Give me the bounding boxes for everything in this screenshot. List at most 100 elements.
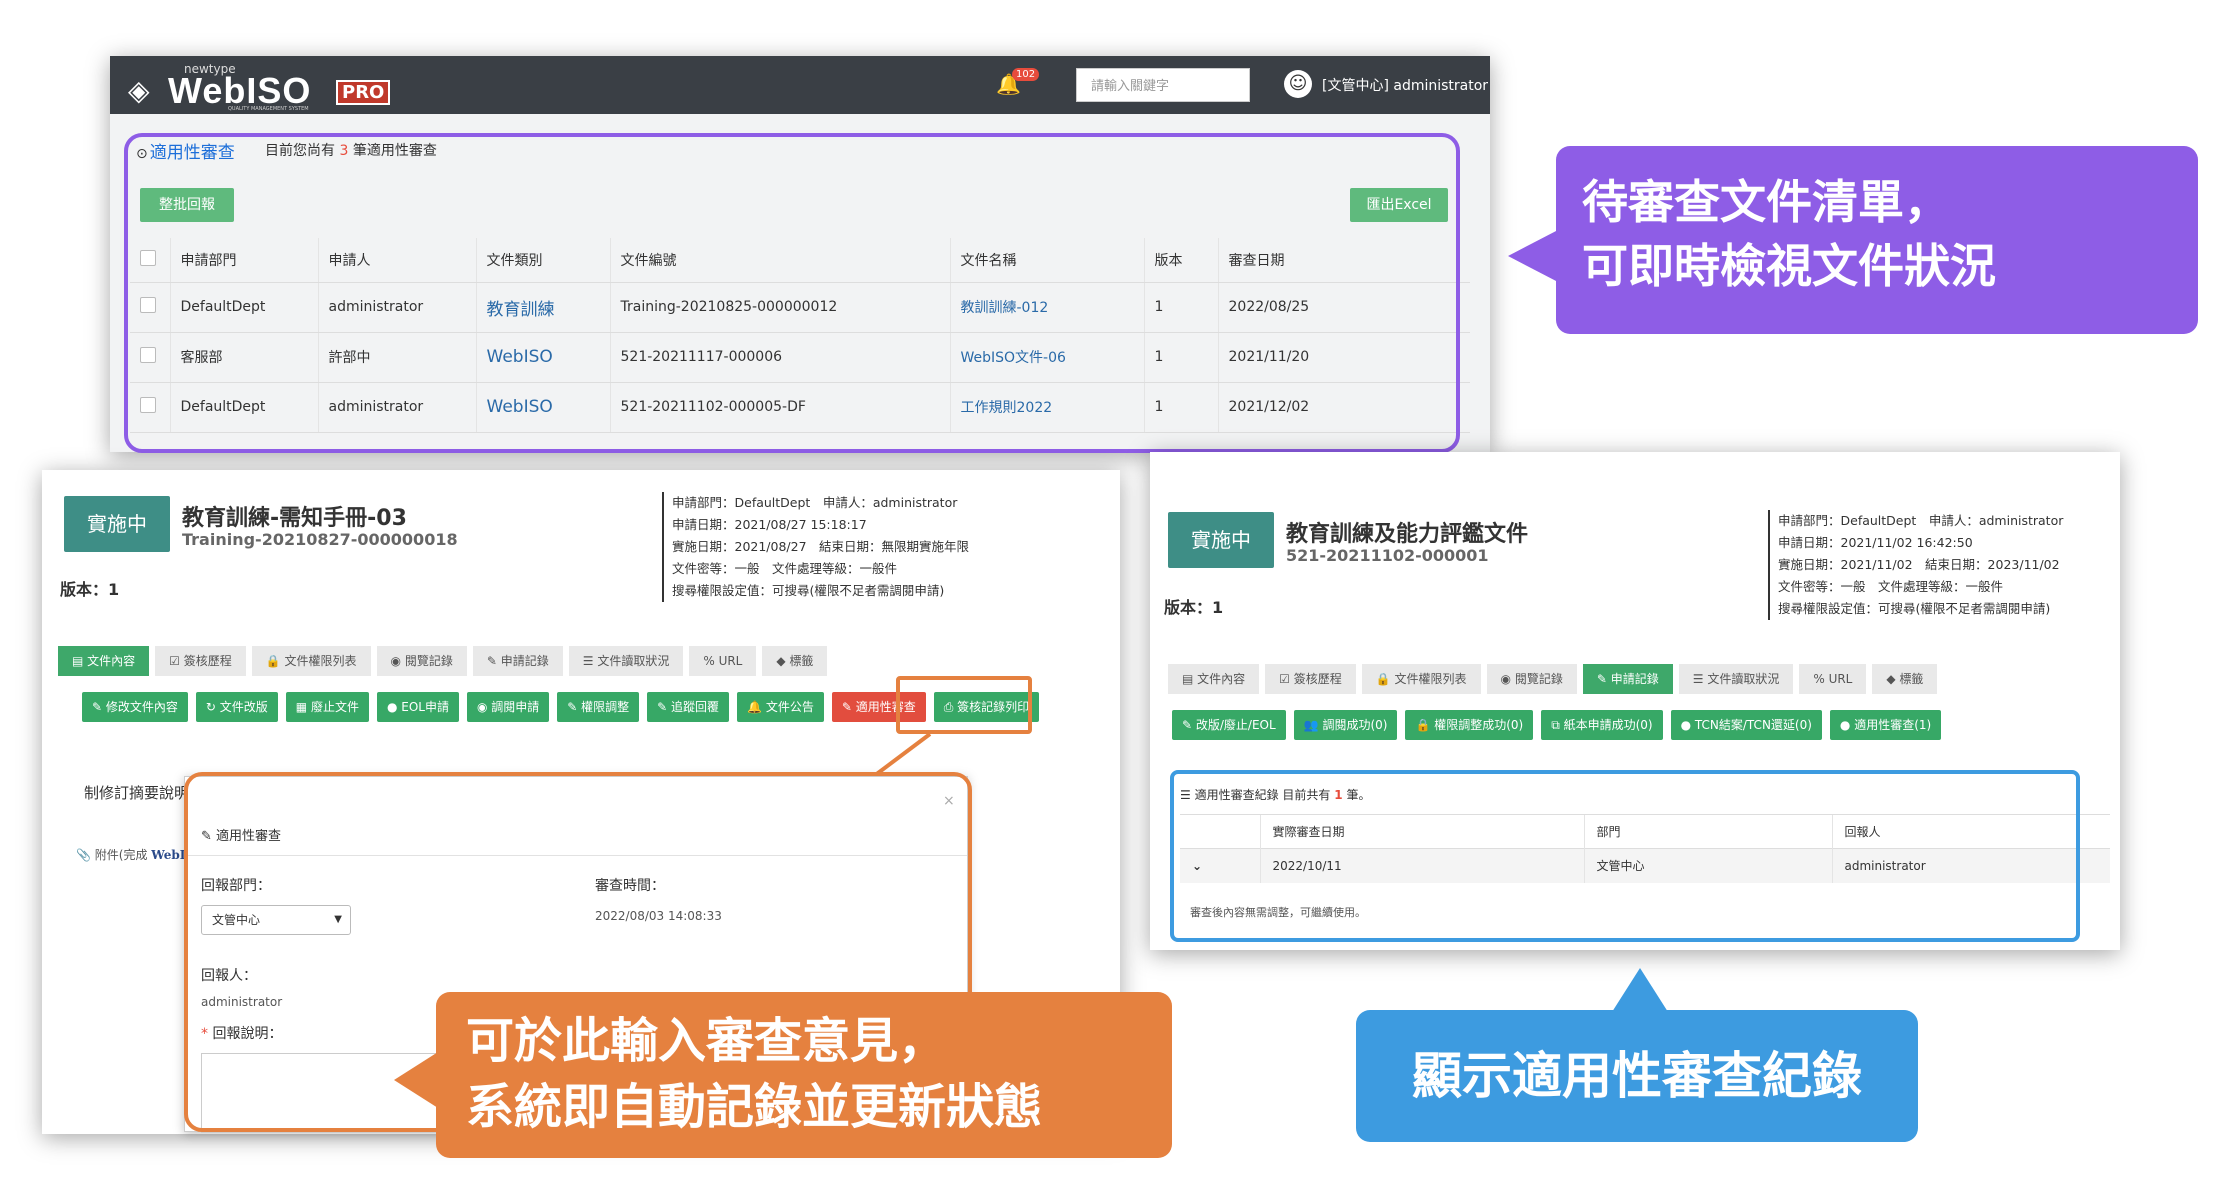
status-badge: 實施中	[64, 496, 170, 552]
tab-url[interactable]: % URL	[689, 646, 757, 676]
filter-suitability-button[interactable]: ● 適用性審查(1)	[1829, 710, 1942, 740]
button-label: 紙本申請成功(0)	[1563, 718, 1653, 732]
tab-label: 文件權限列表	[1394, 672, 1467, 686]
logo-mark-icon: ◈	[128, 74, 150, 107]
revise-button[interactable]: ↻ 文件改版	[195, 692, 278, 722]
doc-tabs: ▤ 文件內容 ☑ 簽核歷程 🔒 文件權限列表 ◉ 閱覽記錄 ✎ 申請記錄 ☰ 文…	[1168, 664, 1938, 694]
meta-line: 實施日期：2021/11/02 結束日期：2023/11/02	[1778, 557, 2060, 572]
webiso-logo: ◈ newtype WebISO PRO QUALITY MANAGEMENT …	[128, 62, 391, 112]
tab-label: 申請記錄	[1610, 672, 1659, 686]
review-button-highlight	[896, 676, 1032, 734]
button-label: 追蹤回覆	[671, 700, 720, 714]
record-highlight-frame	[1170, 770, 2080, 942]
tab-label: 閱覽記錄	[404, 654, 453, 668]
tab-label: 閱覽記錄	[1514, 672, 1563, 686]
doc-meta: 申請部門：DefaultDept 申請人：administrator 申請日期：…	[1768, 510, 2063, 620]
tab-sign-history[interactable]: ☑ 簽核歷程	[155, 646, 246, 676]
meta-line: 文件密等：一般 文件處理等級：一般件	[1778, 579, 2004, 594]
button-label: 改版/廢止/EOL	[1195, 718, 1276, 732]
tab-label: 簽核歷程	[1293, 672, 1342, 686]
tab-read-status[interactable]: ☰ 文件讀取狀況	[1678, 664, 1794, 694]
tab-view-log[interactable]: ◉ 閱覽記錄	[376, 646, 467, 676]
button-label: 適用性審查(1)	[1854, 718, 1932, 732]
meta-line: 文件密等：一般 文件處理等級：一般件	[672, 561, 898, 576]
doc-version: 版本：1	[60, 580, 120, 599]
tab-read-status[interactable]: ☰ 文件讀取狀況	[568, 646, 684, 676]
list-highlight-frame	[124, 133, 1460, 453]
filter-borrow-button[interactable]: 👥 調閱成功(0)	[1293, 710, 1398, 740]
tab-tags[interactable]: ◆ 標籤	[762, 646, 828, 676]
button-label: EOL申請	[401, 700, 449, 714]
track-reply-button[interactable]: ✎ 追蹤回覆	[647, 692, 730, 722]
attachment-link[interactable]: WebI	[151, 848, 185, 862]
user-avatar-icon[interactable]: ☺	[1284, 70, 1312, 98]
tab-label: 文件讀取狀況	[597, 654, 670, 668]
tab-sign-history[interactable]: ☑ 簽核歷程	[1265, 664, 1356, 694]
revision-summary-label: 制修訂摘要說明	[84, 784, 190, 802]
tab-apply-log[interactable]: ✎ 申請記錄	[472, 646, 563, 676]
logo-subtitle: QUALITY MANAGEMENT SYSTEM	[228, 106, 309, 112]
tab-label: 文件讀取狀況	[1707, 672, 1780, 686]
tab-tags[interactable]: ◆ 標籤	[1872, 664, 1938, 694]
button-label: 文件改版	[219, 700, 268, 714]
top-navbar: ◈ newtype WebISO PRO QUALITY MANAGEMENT …	[110, 56, 1490, 114]
meta-line: 申請部門：DefaultDept 申請人：administrator	[672, 495, 958, 510]
doc-meta: 申請部門：DefaultDept 申請人：administrator 申請日期：…	[662, 492, 969, 602]
orange-callout-line1: 可於此輸入審查意見，	[466, 1013, 947, 1069]
tab-label: 文件權限列表	[284, 654, 357, 668]
apply-log-filters: ✎ 改版/廢止/EOL 👥 調閱成功(0) 🔒 權限調整成功(0) ⧉ 紙本申請…	[1172, 710, 2112, 740]
meta-line: 實施日期：2021/08/27 結束日期：無限期實施年限	[672, 539, 970, 554]
filter-permission-button[interactable]: 🔒 權限調整成功(0)	[1405, 710, 1534, 740]
tab-label: 文件內容	[1197, 672, 1246, 686]
purple-callout-pointer	[1508, 230, 1558, 282]
doc-tabs: ▤ 文件內容 ☑ 簽核歷程 🔒 文件權限列表 ◉ 閱覽記錄 ✎ 申請記錄 ☰ 文…	[58, 646, 828, 676]
doc-code: Training-20210827-000000018	[182, 530, 458, 549]
button-label: 權限調整成功(0)	[1434, 718, 1524, 732]
search-input[interactable]: 請輸入關鍵字	[1076, 68, 1250, 102]
orange-callout-pointer	[394, 1052, 438, 1108]
borrow-button[interactable]: ◉ 調閱申請	[466, 692, 550, 722]
filter-paper-button[interactable]: ⧉ 紙本申請成功(0)	[1541, 710, 1663, 740]
button-label: 文件公告	[765, 700, 814, 714]
doc-version: 版本：1	[1164, 598, 1224, 617]
tab-label: 標籤	[1899, 672, 1924, 686]
tab-url[interactable]: % URL	[1799, 664, 1867, 694]
edit-content-button[interactable]: ✎ 修改文件內容	[82, 692, 188, 722]
filter-tcn-button[interactable]: ● TCN結案/TCN還延(0)	[1670, 710, 1822, 740]
button-label: 調閱成功(0)	[1322, 718, 1388, 732]
button-label: 廢止文件	[310, 700, 359, 714]
button-label: 調閱申請	[491, 700, 540, 714]
tab-label: URL	[718, 654, 743, 668]
eol-button[interactable]: ● EOL申請	[376, 692, 459, 722]
doc-title: 教育訓練及能力評鑑文件	[1286, 522, 1529, 547]
button-label: 權限調整	[581, 700, 630, 714]
tab-label: 文件內容	[87, 654, 136, 668]
status-badge: 實施中	[1168, 512, 1274, 568]
attachment-label: 附件(完成	[94, 848, 148, 862]
filter-revise-button[interactable]: ✎ 改版/廢止/EOL	[1172, 710, 1286, 740]
tab-label: 申請記錄	[500, 654, 549, 668]
meta-line: 搜尋權限設定值：可搜尋(權限不足者需調閱申請)	[1778, 601, 2051, 616]
announce-button[interactable]: 🔔 文件公告	[737, 692, 824, 722]
tab-label: URL	[1828, 672, 1853, 686]
purple-callout: 待審查文件清單， 可即時檢視文件狀況	[1556, 146, 2198, 334]
orange-callout-line2: 系統即自動記錄並更新狀態	[466, 1079, 1043, 1135]
orange-callout: 可於此輸入審查意見， 系統即自動記錄並更新狀態	[436, 992, 1172, 1158]
purple-callout-line2: 可即時檢視文件狀況	[1582, 239, 1996, 293]
notification-count: 102	[1012, 68, 1040, 81]
tab-label: 標籤	[789, 654, 814, 668]
permission-button[interactable]: ✎ 權限調整	[557, 692, 640, 722]
tab-permissions[interactable]: 🔒 文件權限列表	[1361, 664, 1481, 694]
tab-label: 簽核歷程	[183, 654, 232, 668]
tab-doc-content[interactable]: ▤ 文件內容	[1168, 664, 1260, 694]
logo-pro-badge: PRO	[336, 80, 391, 105]
attachment-row: 📎 附件(完成 WebI	[76, 848, 186, 862]
button-label: TCN結案/TCN還延(0)	[1694, 718, 1812, 732]
tab-doc-content[interactable]: ▤ 文件內容	[58, 646, 150, 676]
blue-callout-pointer	[1612, 968, 1668, 1012]
abolish-button[interactable]: ▦ 廢止文件	[285, 692, 369, 722]
user-name[interactable]: [文管中心] administrator	[1322, 75, 1488, 95]
tab-apply-log[interactable]: ✎ 申請記錄	[1582, 664, 1673, 694]
tab-permissions[interactable]: 🔒 文件權限列表	[251, 646, 371, 676]
tab-view-log[interactable]: ◉ 閱覽記錄	[1486, 664, 1577, 694]
